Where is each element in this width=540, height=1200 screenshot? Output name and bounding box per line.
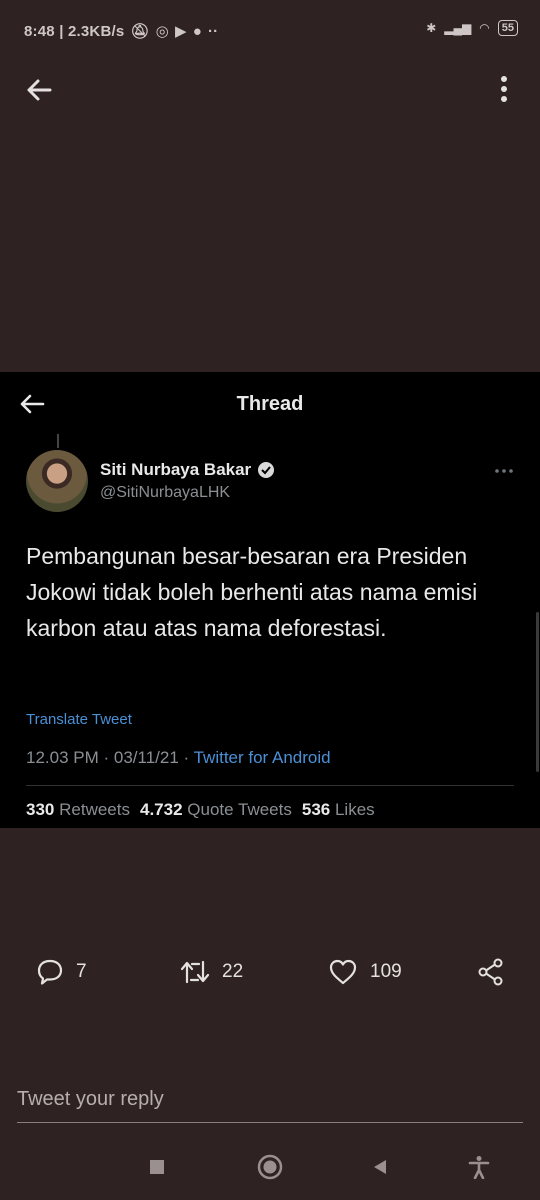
wifi-icon: ◠ bbox=[479, 21, 490, 35]
translate-tweet-link: Translate Tweet bbox=[26, 711, 132, 728]
accessibility-icon bbox=[468, 1156, 490, 1179]
tweet-image[interactable]: Thread Siti Nurbaya Bakar @SitiNurbayaLH… bbox=[0, 372, 540, 828]
youtube-icon: ▶ bbox=[174, 23, 187, 40]
tweet-text: Pembangunan besar-besaran era Presiden J… bbox=[26, 543, 478, 641]
home-nav-icon bbox=[257, 1154, 283, 1180]
verified-badge-icon bbox=[258, 462, 275, 478]
mute-icon: 🔕︎ bbox=[130, 23, 150, 40]
retweet-icon bbox=[180, 960, 210, 984]
author-name-row: Siti Nurbaya Bakar bbox=[100, 460, 275, 480]
more-options-button[interactable] bbox=[492, 72, 516, 108]
whatsapp-icon: ◎ bbox=[155, 23, 169, 40]
recents-nav-button[interactable] bbox=[140, 1150, 174, 1184]
comment-icon bbox=[37, 959, 63, 985]
thread-connector bbox=[57, 434, 59, 448]
back-button[interactable] bbox=[20, 72, 60, 108]
home-nav-button[interactable] bbox=[253, 1150, 287, 1184]
status-bar: 8:48 | 2.3KB/s 🔕︎ ◎ ▶ ● ·· ✱ ▂▄▆ ◠ 55 bbox=[0, 0, 540, 64]
share-button[interactable] bbox=[476, 956, 506, 988]
bluetooth-icon: ✱ bbox=[426, 21, 437, 35]
reply-field[interactable]: Tweet your reply bbox=[17, 1086, 523, 1123]
square-nav-icon bbox=[150, 1160, 164, 1174]
thread-header: Thread bbox=[0, 372, 540, 432]
likes-stat: 536 Likes bbox=[301, 800, 375, 819]
back-nav-icon bbox=[374, 1160, 386, 1174]
divider bbox=[26, 785, 514, 786]
reply-placeholder: Tweet your reply bbox=[17, 1088, 164, 1110]
status-left: 8:48 | 2.3KB/s 🔕︎ ◎ ▶ ● ·· bbox=[24, 22, 219, 41]
heart-icon bbox=[329, 959, 357, 985]
signal-icon: ▂▄▆ bbox=[444, 21, 472, 35]
retweet-count: 22 bbox=[222, 961, 244, 982]
retweet-button[interactable]: 22 bbox=[180, 956, 243, 988]
tweet-timestamp: 12.03 PM · 03/11/21 · bbox=[26, 748, 194, 767]
back-nav-button[interactable] bbox=[363, 1150, 397, 1184]
back-arrow-icon bbox=[27, 79, 52, 101]
retweets-stat: 330 Retweets bbox=[26, 800, 130, 819]
reply-count: 7 bbox=[76, 961, 87, 982]
share-icon bbox=[478, 958, 503, 986]
thread-title: Thread bbox=[236, 393, 304, 415]
accessibility-button[interactable] bbox=[462, 1150, 496, 1184]
quotes-stat: 4.732 Quote Tweets bbox=[139, 800, 292, 819]
more-horizontal-icon bbox=[495, 469, 513, 473]
app-icon: ● bbox=[192, 22, 202, 40]
more-vertical-icon bbox=[501, 76, 507, 102]
author-name: Siti Nurbaya Bakar bbox=[100, 460, 252, 479]
status-time: 8:48 | 2.3KB/s bbox=[24, 22, 125, 40]
comment-button[interactable]: 7 bbox=[36, 956, 87, 988]
tweet-meta: 12.03 PM · 03/11/21 · Twitter for Androi… bbox=[26, 748, 331, 768]
battery-icon: 55 bbox=[497, 20, 518, 36]
tweet-stats: 330 Retweets 4.732 Quote Tweets 536 Like… bbox=[26, 800, 375, 820]
author-handle: @SitiNurbayaLHK bbox=[100, 484, 231, 501]
image-scrollbar bbox=[536, 612, 539, 772]
like-count: 109 bbox=[370, 961, 402, 982]
status-right: ✱ ▂▄▆ ◠ 55 bbox=[426, 20, 518, 36]
tweet-source: Twitter for Android bbox=[193, 748, 331, 767]
more-notifications-icon: ·· bbox=[207, 22, 219, 40]
avatar bbox=[26, 450, 88, 512]
like-button[interactable]: 109 bbox=[328, 956, 402, 988]
